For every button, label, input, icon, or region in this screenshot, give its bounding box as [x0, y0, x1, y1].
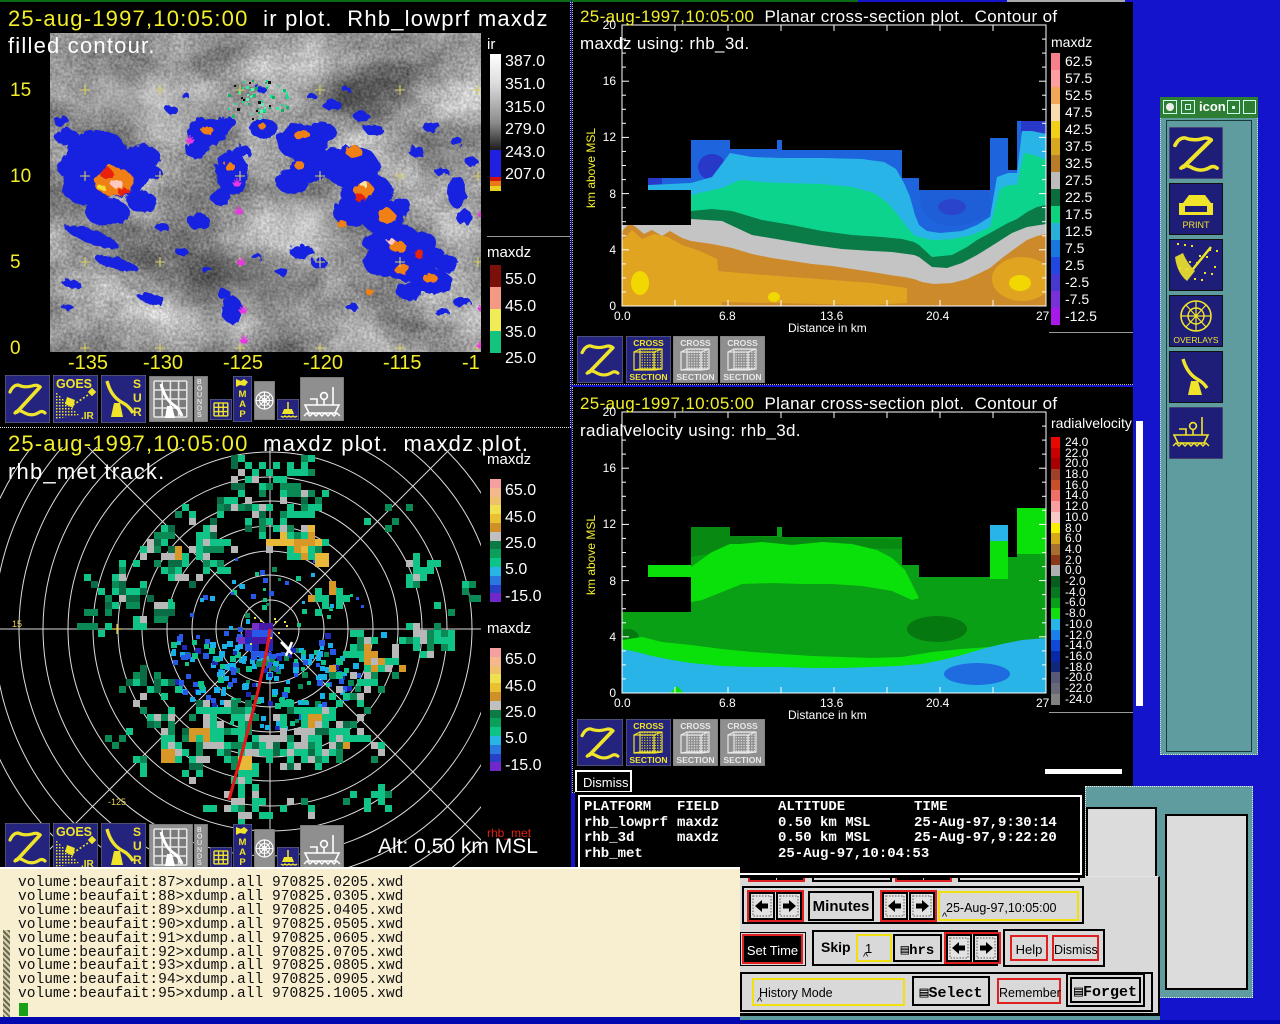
svg-text:GOES: GOES: [56, 377, 92, 391]
svg-text:P: P: [239, 409, 246, 420]
svg-text:CROSS: CROSS: [727, 338, 758, 348]
svg-text:OVERLAYS: OVERLAYS: [1173, 335, 1219, 345]
svg-text:S: S: [133, 377, 141, 391]
svg-text:PRINT: PRINT: [1183, 220, 1211, 230]
svg-text:U: U: [133, 839, 142, 853]
svg-text:S: S: [197, 860, 202, 867]
svg-text:U: U: [133, 391, 142, 405]
svg-text:CROSS: CROSS: [633, 338, 664, 348]
svg-text:15: 15: [12, 619, 22, 629]
svg-text:R: R: [133, 853, 142, 867]
svg-text:SECTION: SECTION: [629, 755, 667, 765]
svg-text:SECTION: SECTION: [676, 372, 714, 382]
svg-text:S: S: [133, 825, 141, 839]
svg-text:SECTION: SECTION: [723, 372, 761, 382]
svg-text:R: R: [133, 405, 142, 419]
svg-text:S: S: [197, 412, 202, 419]
svg-text:CROSS: CROSS: [633, 721, 664, 731]
svg-text:SECTION: SECTION: [676, 755, 714, 765]
svg-text:SECTION: SECTION: [629, 372, 667, 382]
svg-text:.IR: .IR: [81, 411, 95, 422]
svg-text:SECTION: SECTION: [723, 755, 761, 765]
svg-text:CROSS: CROSS: [680, 721, 711, 731]
svg-text:-125: -125: [108, 797, 126, 807]
svg-text:CROSS: CROSS: [680, 338, 711, 348]
svg-text:GOES: GOES: [56, 825, 92, 839]
svg-text:CROSS: CROSS: [727, 721, 758, 731]
